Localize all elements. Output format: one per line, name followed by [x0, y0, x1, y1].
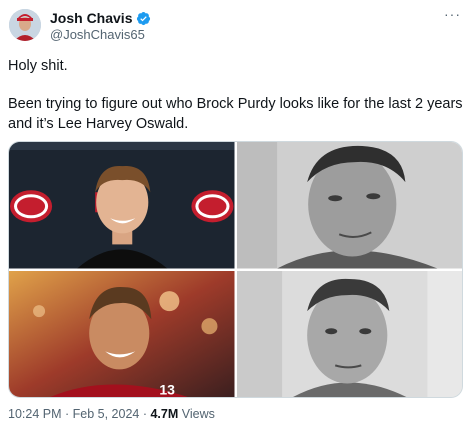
- stadium-smile-photo[interactable]: 13: [9, 270, 235, 397]
- tweet-text-line1: Holy shit.: [8, 58, 68, 74]
- mugshot-photo[interactable]: [236, 270, 462, 397]
- meta-separator: ·: [139, 407, 151, 421]
- tweet-date[interactable]: Feb 5, 2024: [73, 407, 140, 421]
- verified-badge-icon: [137, 11, 151, 26]
- tweet-text-line2: Been trying to figure out who Brock Purd…: [8, 96, 463, 132]
- avatar-image: [9, 9, 41, 41]
- author-handle[interactable]: @JoshChavis65: [50, 27, 145, 43]
- tweet-meta: 10:24 PM · Feb 5, 2024 · 4.7M Views: [8, 407, 215, 421]
- meta-separator: ·: [61, 407, 73, 421]
- media-grid: 13: [8, 141, 463, 398]
- tweet-time[interactable]: 10:24 PM: [8, 407, 62, 421]
- more-options-icon[interactable]: ···: [444, 6, 461, 22]
- author-name[interactable]: Josh Chavis: [50, 10, 132, 27]
- views-count[interactable]: 4.7M: [150, 407, 178, 421]
- views-label: Views: [178, 407, 215, 421]
- author-row: Josh Chavis: [50, 10, 151, 27]
- avatar[interactable]: [9, 9, 41, 41]
- press-conference-photo[interactable]: [9, 142, 235, 269]
- svg-text:13: 13: [159, 381, 175, 397]
- black-white-portrait-photo[interactable]: [236, 142, 462, 269]
